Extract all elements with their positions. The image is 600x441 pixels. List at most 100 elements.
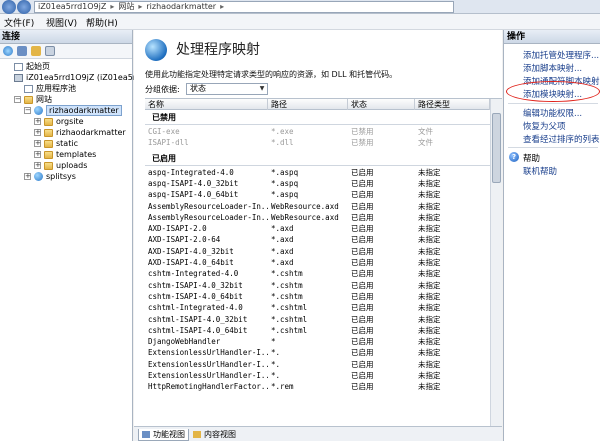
column-header-path-type[interactable]: 路径类型: [415, 99, 490, 110]
table-row[interactable]: cshtml-Integrated-4.0 *.cshtml 已启用 未指定: [145, 302, 490, 313]
tree-expander-icon[interactable]: −: [14, 96, 21, 103]
tab-content-view[interactable]: 内容视图: [190, 429, 239, 441]
breadcrumb-host[interactable]: iZ01ea5rrd1O9jZ: [38, 2, 106, 11]
cell-name: cshtml-ISAPI-4.0_32bit: [148, 314, 248, 324]
tree-expander-icon[interactable]: +: [34, 140, 41, 147]
tree-node[interactable]: + static: [34, 138, 78, 149]
table-row[interactable]: ISAPI-dll *.dll 已禁用 文件: [145, 137, 490, 148]
tree-expander-icon[interactable]: +: [34, 151, 41, 158]
table-row[interactable]: AXD-ISAPI-4.0_64bit *.axd 已启用 未指定: [145, 257, 490, 268]
breadcrumb-sites[interactable]: 网站: [118, 2, 134, 11]
action-edit-feature-permissions[interactable]: 编辑功能权限...: [523, 107, 582, 119]
cell-path: *.cshtml: [271, 314, 308, 324]
table-row[interactable]: cshtm-Integrated-4.0 *.cshtm 已启用 未指定: [145, 268, 490, 279]
forward-button[interactable]: [17, 0, 31, 14]
connect-icon[interactable]: [3, 46, 13, 56]
cell-state: 已禁用: [351, 127, 374, 136]
tree-node[interactable]: + templates: [34, 149, 96, 160]
table-row[interactable]: cshtm-ISAPI-4.0_32bit *.cshtm 已启用 未指定: [145, 280, 490, 291]
table-row[interactable]: ExtensionlessUrlHandler-I... *. 已启用 未指定: [145, 370, 490, 381]
tree-expander-icon[interactable]: −: [24, 107, 31, 114]
action-add-script-map[interactable]: 添加脚本映射...: [523, 62, 582, 74]
action-add-managed-handler[interactable]: 添加托管处理程序...: [523, 49, 599, 61]
column-header-state[interactable]: 状态: [348, 99, 415, 110]
computer-icon: [14, 73, 23, 82]
cell-state: 已启用: [351, 348, 374, 358]
tree-node[interactable]: iZ01ea5rrd1O9jZ (iZ01ea5rr: [14, 72, 139, 83]
tree-node[interactable]: − rizhaodarkmatter: [24, 105, 122, 116]
cell-name: ExtensionlessUrlHandler-I...: [148, 359, 268, 369]
divider: [508, 103, 598, 104]
menu-file[interactable]: 文件(F): [4, 16, 34, 29]
cell-name: ExtensionlessUrlHandler-I...: [148, 371, 268, 380]
server-connect-icon[interactable]: [45, 46, 55, 56]
tab-features-label: 功能视图: [153, 430, 185, 439]
table-row[interactable]: ExtensionlessUrlHandler-I... *. 已启用 未指定: [145, 359, 490, 370]
table-row[interactable]: aspq-ISAPI-4.0_64bit *.aspq 已启用 未指定: [145, 189, 490, 200]
cell-path: *: [271, 337, 276, 347]
cell-name: AXD-ISAPI-4.0_64bit: [148, 258, 234, 267]
table-row[interactable]: AssemblyResourceLoader-In... WebResource.…: [145, 212, 490, 223]
tree-node-label: orgsite: [56, 117, 84, 126]
tree-node-label: rizhaodarkmatter: [46, 105, 122, 116]
action-view-ordered-list[interactable]: 查看经过排序的列表...: [523, 133, 600, 145]
tree-expander-icon[interactable]: +: [34, 162, 41, 169]
app-pool-icon: [24, 84, 33, 93]
tree-node[interactable]: + rizhaodarkmatter: [34, 127, 126, 138]
table-row[interactable]: AssemblyResourceLoader-In... WebResource.…: [145, 201, 490, 212]
cell-path-type: 未指定: [418, 178, 441, 188]
breadcrumb[interactable]: iZ01ea5rrd1O9jZ ▸ 网站 ▸ rizhaodarkmatter ▸: [34, 1, 454, 13]
cell-path-type: 未指定: [418, 235, 441, 245]
tree-node[interactable]: 应用程序池: [24, 83, 76, 94]
column-header-name[interactable]: 名称: [145, 99, 268, 110]
cell-path-type: 未指定: [418, 325, 441, 335]
group-header[interactable]: 已启用: [145, 152, 490, 165]
tree-expander-icon[interactable]: +: [24, 173, 31, 180]
table-row[interactable]: HttpRemotingHandlerFactor... *.rem 已启用 未指定: [145, 381, 490, 392]
table-row[interactable]: DjangoWebHandler * 已启用 未指定: [145, 336, 490, 347]
action-online-help[interactable]: 联机帮助: [523, 165, 557, 177]
save-icon[interactable]: [17, 46, 27, 56]
tree-node[interactable]: + orgsite: [34, 116, 84, 127]
cell-name: HttpRemotingHandlerFactor...: [148, 382, 268, 392]
tab-features-view[interactable]: 功能视图: [138, 429, 189, 441]
cell-path: *.exe: [271, 127, 294, 136]
table-row[interactable]: aspq-ISAPI-4.0_32bit *.aspq 已启用 未指定: [145, 178, 490, 189]
table-row[interactable]: ExtensionlessUrlHandler-I... *. 已启用 未指定: [145, 347, 490, 358]
tree-node[interactable]: + splitsys: [24, 171, 76, 182]
cell-state: 已启用: [351, 314, 374, 324]
table-row[interactable]: CGI-exe *.exe 已禁用 文件: [145, 126, 490, 137]
menu-help[interactable]: 帮助(H): [86, 16, 118, 29]
action-revert-to-parent[interactable]: 恢复为父项: [523, 120, 566, 132]
table-row[interactable]: AXD-ISAPI-2.0 *.axd 已启用 未指定: [145, 223, 490, 234]
group-by-select[interactable]: 状态 ▼: [186, 83, 268, 95]
tree-node[interactable]: − 网站: [14, 94, 52, 105]
vertical-scrollbar[interactable]: [490, 99, 502, 426]
cell-state: 已启用: [351, 291, 374, 301]
table-row[interactable]: AXD-ISAPI-2.0-64 *.axd 已启用 未指定: [145, 234, 490, 245]
tree-node[interactable]: + uploads: [34, 160, 87, 171]
cell-state: 已禁用: [351, 138, 374, 148]
table-row[interactable]: cshtm-ISAPI-4.0_64bit *.cshtm 已启用 未指定: [145, 291, 490, 302]
cell-path-type: 未指定: [418, 348, 441, 358]
group-header[interactable]: 已禁用: [145, 112, 490, 124]
folder-icon: [44, 128, 53, 137]
table-row[interactable]: cshtml-ISAPI-4.0_32bit *.cshtml 已启用 未指定: [145, 314, 490, 325]
table-row[interactable]: AXD-ISAPI-4.0_32bit *.axd 已启用 未指定: [145, 246, 490, 257]
tree-node[interactable]: 起始页: [14, 61, 50, 72]
menu-view[interactable]: 视图(V): [46, 16, 77, 29]
chevron-down-icon[interactable]: ▼: [258, 85, 266, 93]
tree-expander-icon[interactable]: +: [34, 118, 41, 125]
page-description: 使用此功能指定处理特定请求类型的响应的资源，如 DLL 和托管代码。: [145, 70, 398, 79]
tree-expander-icon[interactable]: +: [34, 129, 41, 136]
cell-state: 已启用: [351, 201, 374, 211]
table-row[interactable]: cshtml-ISAPI-4.0_64bit *.cshtml 已启用 未指定: [145, 325, 490, 336]
cell-state: 已启用: [351, 280, 374, 290]
back-button[interactable]: [2, 0, 16, 14]
folder-icon[interactable]: [31, 46, 41, 56]
tree-node-label: 起始页: [26, 62, 50, 71]
table-row[interactable]: aspq-Integrated-4.0 *.aspq 已启用 未指定: [145, 167, 490, 178]
breadcrumb-site[interactable]: rizhaodarkmatter: [146, 2, 216, 11]
column-header-path[interactable]: 路径: [268, 99, 348, 110]
scrollbar-thumb[interactable]: [492, 113, 501, 183]
